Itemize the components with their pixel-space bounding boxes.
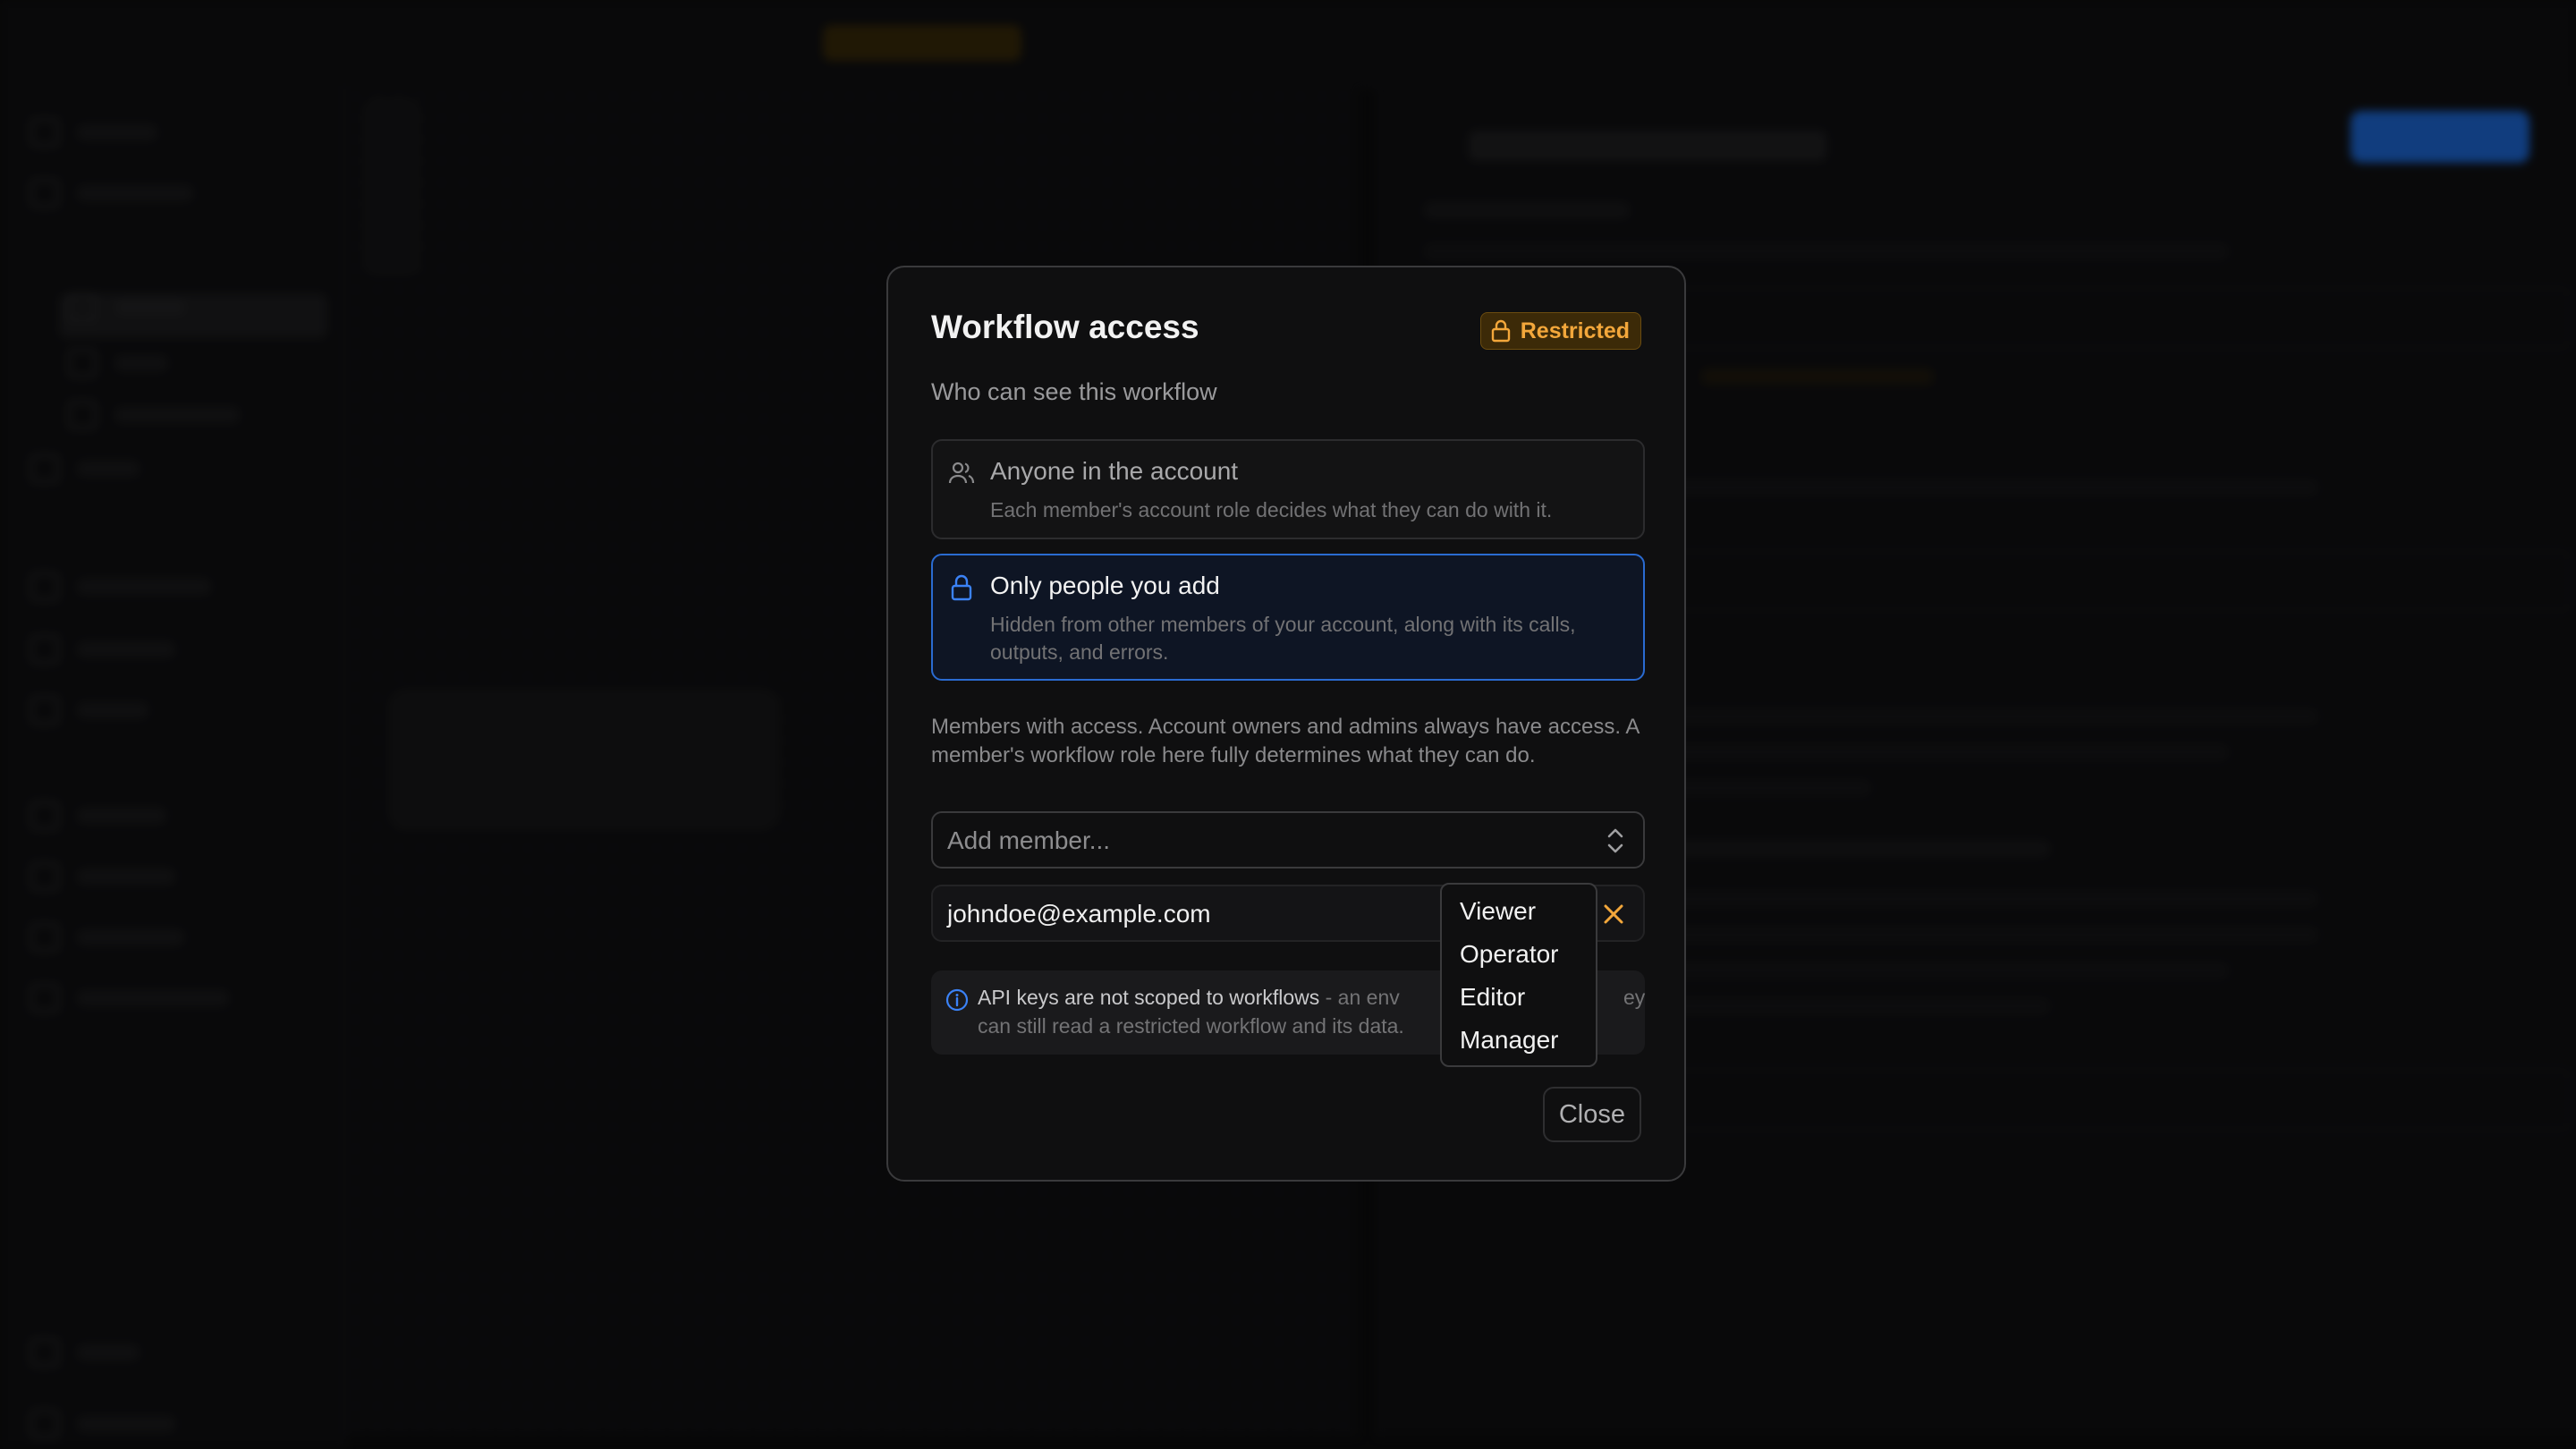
option-title: Only people you add <box>990 572 1220 599</box>
note-strong: API keys are not scoped to workflows <box>978 986 1320 1009</box>
members-help-text: Members with access. Account owners and … <box>931 715 1640 767</box>
chevron-up-down-icon <box>1607 828 1623 853</box>
badge-label: Restricted <box>1520 318 1630 343</box>
option-anyone-in-account[interactable]: Anyone in the account Each member's acco… <box>931 439 1645 539</box>
lock-icon <box>1491 319 1510 343</box>
option-description: Hidden from other members of your accoun… <box>990 613 1576 664</box>
role-dropdown-menu: Viewer Operator Editor Manager <box>1440 883 1597 1067</box>
users-icon <box>948 462 975 484</box>
note-line2: can still read a restricted workflow and… <box>978 1014 1404 1038</box>
role-option-manager[interactable]: Manager <box>1442 1019 1596 1062</box>
restricted-badge: Restricted <box>1479 312 1641 350</box>
role-option-viewer[interactable]: Viewer <box>1442 890 1596 933</box>
role-option-operator[interactable]: Operator <box>1442 933 1596 976</box>
lock-icon <box>951 574 972 601</box>
remove-member-icon[interactable] <box>1600 901 1627 928</box>
dialog-subtitle: Who can see this workflow <box>931 378 1217 405</box>
note-rest: - an env <box>1319 986 1400 1009</box>
add-member-input[interactable] <box>945 813 1575 869</box>
option-description: Each member's account role decides what … <box>990 498 1553 521</box>
member-email: johndoe@example.com <box>947 900 1211 928</box>
dialog-title: Workflow access <box>931 309 1199 345</box>
note-tail: ey <box>1623 986 1646 1009</box>
add-member-combobox[interactable] <box>931 811 1645 869</box>
option-title: Anyone in the account <box>990 457 1239 485</box>
close-button[interactable]: Close <box>1542 1087 1641 1142</box>
option-only-people-you-add[interactable]: Only people you add Hidden from other me… <box>931 554 1645 681</box>
info-icon <box>945 988 969 1012</box>
role-option-editor[interactable]: Editor <box>1442 976 1596 1019</box>
